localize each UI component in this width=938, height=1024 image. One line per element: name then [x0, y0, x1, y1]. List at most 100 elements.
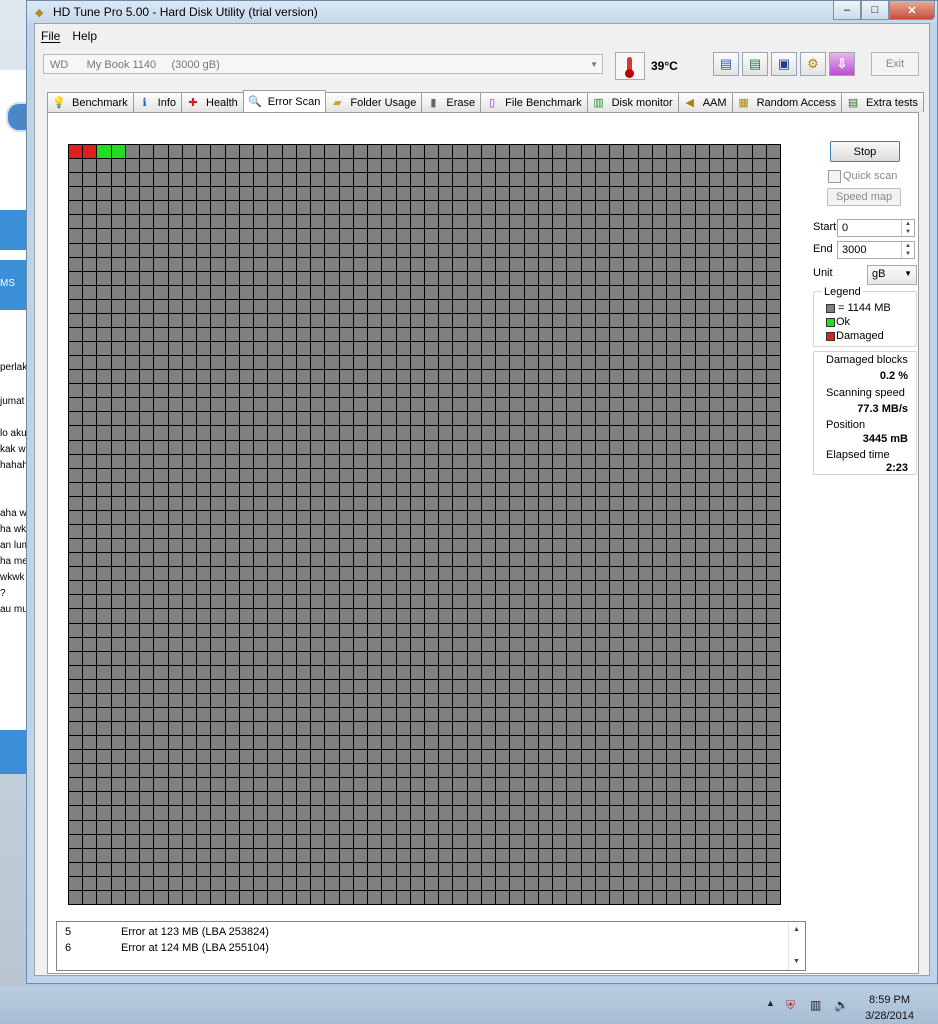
start-input[interactable]: 0 ▲ ▼ [837, 219, 915, 237]
copy-all-button[interactable]: ▤ [742, 52, 768, 76]
scan-block [709, 145, 724, 159]
volume-icon[interactable]: 🔈 [834, 998, 849, 1012]
scan-block [638, 285, 652, 299]
tab-disk-monitor[interactable]: ▥ Disk monitor [586, 92, 679, 112]
error-log[interactable]: 5 Error at 123 MB (LBA 253824) 6 Error a… [56, 921, 806, 971]
scroll-up-icon[interactable]: ▲ [793, 926, 800, 933]
save-button[interactable]: ▣ [771, 52, 797, 76]
scan-block [766, 693, 780, 707]
scan-block [624, 848, 638, 862]
scan-block [709, 313, 724, 327]
scan-block [296, 454, 311, 468]
speed-map-button[interactable]: Speed map [827, 188, 901, 206]
scan-block [567, 356, 581, 370]
scan-block [410, 553, 424, 567]
scroll-down-icon[interactable]: ▼ [793, 958, 800, 965]
tab-extra-tests[interactable]: ▤ Extra tests [841, 92, 925, 112]
quick-scan-checkbox[interactable] [828, 170, 841, 183]
scan-block [254, 750, 268, 764]
scan-block [724, 159, 738, 173]
stop-button[interactable]: Stop [830, 141, 900, 162]
tab-info[interactable]: ℹ Info [132, 92, 182, 112]
tab-aam[interactable]: ◀ AAM [677, 92, 733, 112]
scan-block [424, 834, 439, 848]
scan-block [695, 145, 709, 159]
tab-random-access[interactable]: ▦ Random Access [731, 92, 843, 112]
scan-block [766, 553, 780, 567]
scan-block [225, 890, 239, 904]
minimize-button[interactable]: – [833, 1, 861, 20]
scan-block [197, 764, 211, 778]
scan-block [453, 468, 467, 482]
scan-block [709, 848, 724, 862]
scan-block [481, 862, 496, 876]
log-scrollbar[interactable]: ▲ ▼ [788, 922, 805, 970]
clock[interactable]: 8:59 PM 3/28/2014 [865, 992, 914, 1024]
options-button[interactable]: ⚙ [800, 52, 826, 76]
scan-block [496, 679, 510, 693]
scan-block [83, 553, 97, 567]
menu-help[interactable]: Help [66, 24, 103, 46]
scan-block [197, 201, 211, 215]
scan-block [738, 201, 752, 215]
thermometer-icon[interactable] [615, 52, 645, 80]
scan-block [453, 201, 467, 215]
copy-info-button[interactable]: ▤ [713, 52, 739, 76]
scan-block [439, 510, 453, 524]
close-button[interactable]: ✕ [889, 1, 935, 20]
scan-block [724, 764, 738, 778]
start-spinner[interactable]: ▲ ▼ [901, 220, 914, 236]
menu-file[interactable]: File [35, 24, 66, 46]
folder-icon: ▰ [333, 96, 342, 109]
scan-block [752, 313, 766, 327]
scan-block [766, 750, 780, 764]
maximize-button[interactable]: □ [861, 1, 889, 20]
scan-block [97, 285, 111, 299]
network-icon[interactable]: ▥ [810, 998, 821, 1012]
security-icon[interactable]: ⛨ [786, 998, 795, 1013]
title-bar[interactable]: ◆ HD Tune Pro 5.00 - Hard Disk Utility (… [27, 1, 937, 23]
tab-label: AAM [702, 96, 727, 109]
tab-erase[interactable]: ▮ Erase [421, 92, 482, 112]
scan-block [752, 440, 766, 454]
scan-block [709, 187, 724, 201]
scan-block [140, 609, 154, 623]
scan-block [339, 707, 353, 722]
scan-block [524, 482, 538, 496]
scan-block [111, 609, 125, 623]
scan-block [239, 257, 254, 271]
scan-block [268, 623, 282, 637]
scan-block [197, 510, 211, 524]
tab-folder-usage[interactable]: ▰ Folder Usage [325, 92, 423, 112]
scan-block [410, 412, 424, 426]
scan-block [553, 567, 567, 581]
scan-block [510, 299, 524, 313]
scan-block [311, 890, 325, 904]
tab-benchmark[interactable]: 💡 Benchmark [47, 92, 134, 112]
scan-block [524, 412, 538, 426]
end-input[interactable]: 3000 ▲ ▼ [837, 241, 915, 259]
unit-select[interactable]: gB ▼ [867, 265, 917, 285]
scan-block [652, 398, 667, 412]
scan-block [766, 299, 780, 313]
show-hidden-icons-icon[interactable]: ▲ [766, 998, 775, 1008]
scan-block [83, 257, 97, 271]
scan-block [396, 356, 410, 370]
drive-select[interactable]: WD My Book 1140 (3000 gB) ▼ [43, 54, 603, 74]
scan-block [254, 215, 268, 229]
scan-block [296, 496, 311, 510]
tab-error-scan[interactable]: 🔍 Error Scan [242, 90, 327, 112]
scan-block [97, 271, 111, 285]
scan-block [738, 370, 752, 384]
update-button[interactable]: ⇩ [829, 52, 855, 76]
scan-block [368, 820, 382, 834]
scan-block [424, 356, 439, 370]
tab-health[interactable]: ✚ Health [181, 92, 244, 112]
tab-file-benchmark[interactable]: ▯ File Benchmark [480, 92, 588, 112]
scan-block [424, 693, 439, 707]
scan-block [624, 567, 638, 581]
scan-block [282, 623, 296, 637]
exit-button[interactable]: Exit [871, 52, 919, 76]
end-spinner[interactable]: ▲ ▼ [901, 242, 914, 258]
scan-block [69, 609, 83, 623]
